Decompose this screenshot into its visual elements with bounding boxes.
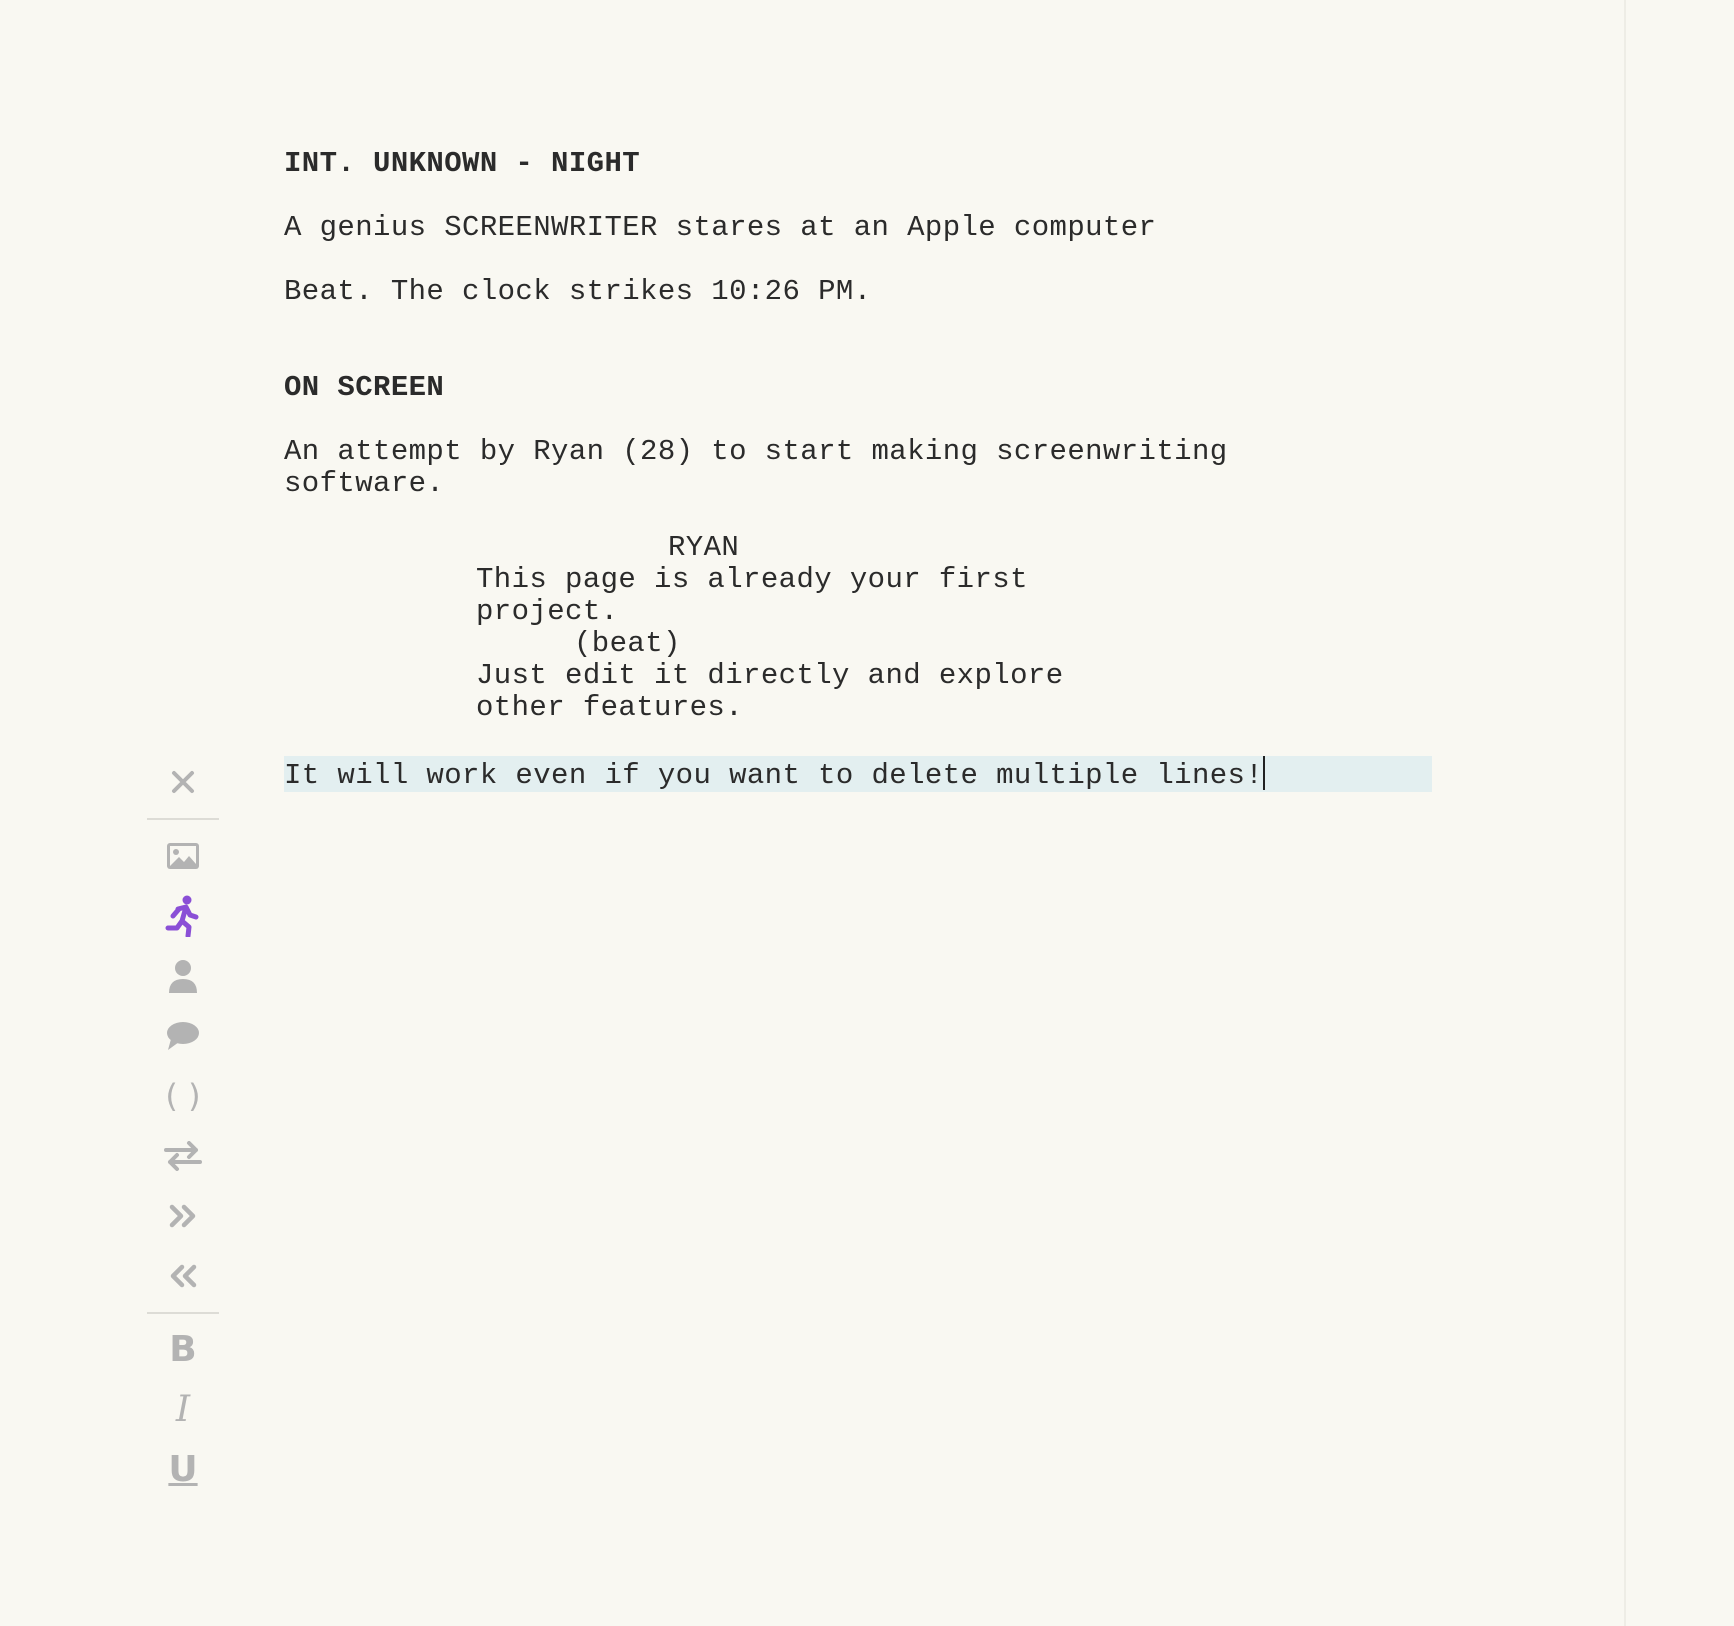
speech-bubble-icon: [166, 1021, 200, 1051]
image-icon: [166, 842, 200, 870]
current-line[interactable]: It will work even if you want to delete …: [284, 756, 1432, 792]
action-block[interactable]: An attempt by Ryan (28) to start making …: [284, 436, 1434, 500]
indent-right-button[interactable]: [147, 1186, 219, 1246]
indent-left-button[interactable]: [147, 1246, 219, 1306]
action-button[interactable]: [147, 886, 219, 946]
action-line[interactable]: An attempt by Ryan (28) to start making …: [284, 436, 1434, 468]
bold-icon: B: [169, 1329, 197, 1370]
indent-left-icon: [169, 1264, 197, 1288]
close-button[interactable]: [147, 752, 219, 812]
toolbar-divider: [147, 1312, 219, 1314]
dialogue-line[interactable]: project.: [284, 596, 1096, 628]
character-name[interactable]: RYAN: [284, 532, 1434, 564]
scene-heading[interactable]: ON SCREEN: [284, 372, 1434, 404]
screenplay-editor[interactable]: INT. UNKNOWN - NIGHT A genius SCREENWRIT…: [284, 148, 1434, 792]
bold-button[interactable]: B: [147, 1320, 219, 1380]
transition-button[interactable]: [147, 1126, 219, 1186]
script-page: INT. UNKNOWN - NIGHT A genius SCREENWRIT…: [0, 0, 1626, 1626]
dialogue-line[interactable]: This page is already your first: [284, 564, 1096, 596]
parenthetical[interactable]: (beat): [284, 628, 1434, 660]
indent-right-icon: [169, 1204, 197, 1228]
toolbar-divider: [147, 818, 219, 820]
current-line-text: It will work even if you want to delete …: [284, 759, 1264, 792]
scene-heading[interactable]: INT. UNKNOWN - NIGHT: [284, 148, 1434, 180]
parenthetical-button[interactable]: ( ): [147, 1066, 219, 1126]
underline-icon: U: [168, 1449, 198, 1490]
action-line[interactable]: Beat. The clock strikes 10:26 PM.: [284, 276, 1434, 308]
parentheses-icon: ( ): [165, 1077, 201, 1115]
transition-arrows-icon: [164, 1141, 202, 1171]
close-icon: [170, 769, 196, 795]
element-toolbar: ( ) B I U: [147, 752, 219, 1500]
dialogue-line[interactable]: Just edit it directly and explore: [284, 660, 1096, 692]
action-line[interactable]: A genius SCREENWRITER stares at an Apple…: [284, 212, 1434, 244]
italic-icon: I: [175, 1389, 191, 1430]
italic-button[interactable]: I: [147, 1380, 219, 1440]
person-icon: [168, 959, 198, 993]
running-person-icon: [165, 895, 201, 937]
dialogue-button[interactable]: [147, 1006, 219, 1066]
underline-button[interactable]: U: [147, 1440, 219, 1500]
character-button[interactable]: [147, 946, 219, 1006]
text-caret: [1263, 756, 1266, 790]
image-button[interactable]: [147, 826, 219, 886]
dialogue-line[interactable]: other features.: [284, 692, 1096, 724]
action-line[interactable]: software.: [284, 468, 1434, 500]
